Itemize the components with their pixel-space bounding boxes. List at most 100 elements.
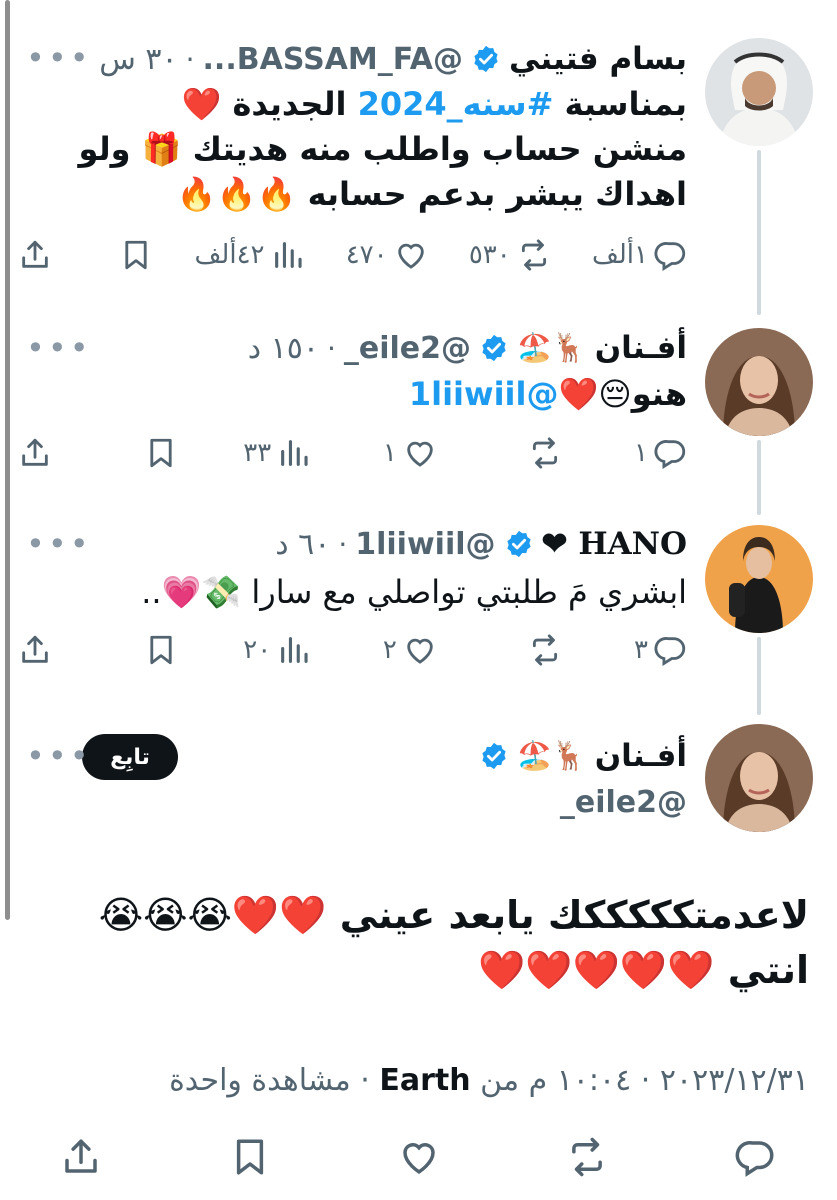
share-button[interactable] — [18, 436, 52, 470]
reply-button[interactable]: ١ — [628, 436, 688, 470]
post-source[interactable]: Earth — [379, 1063, 470, 1098]
like-button[interactable]: ٢ — [377, 633, 437, 667]
post-header: أفـنان 🦌🏖️ @eile2_ · ١٥٠ د — [247, 330, 687, 366]
views-icon — [277, 436, 311, 470]
post-text-line: منشن حساب واطلب منه هديتك 🎁 ولو — [78, 130, 687, 168]
views-count: ٤٢ألف — [194, 240, 265, 270]
reply-count: ١ — [634, 438, 648, 468]
post-date[interactable]: ٢٠٢٣/١٢/٣١ — [660, 1063, 809, 1098]
bookmark-icon — [144, 633, 178, 667]
views-count: ٣٣ — [243, 438, 272, 468]
repost-icon — [528, 436, 562, 470]
share-icon — [18, 238, 52, 272]
verified-badge-icon — [471, 44, 501, 74]
like-icon — [394, 238, 428, 272]
post-text-line: هنو😔❤️@1liiwiil — [408, 375, 687, 413]
post-text-line: ابشري مَ طلبتي تواصلي مع سارا 💸💗.. — [141, 573, 687, 611]
verified-badge-icon — [479, 741, 509, 771]
views-button[interactable]: ٢٠ — [243, 633, 311, 667]
reply-icon — [654, 633, 688, 667]
repost-button[interactable]: ٥٣٠ — [469, 238, 551, 272]
more-icon[interactable]: ••• — [26, 528, 92, 560]
post-text: لاعدمتكككككك يابعد عيني ❤️❤️😭😭😭 انتي ❤️❤… — [28, 888, 809, 998]
like-icon — [403, 436, 437, 470]
more-icon[interactable]: ••• — [26, 740, 92, 772]
avatar[interactable] — [705, 525, 813, 633]
timestamp[interactable]: ٣٠ س — [99, 42, 177, 77]
repost-icon[interactable] — [566, 1136, 608, 1178]
handle[interactable]: @1liiwiil — [355, 527, 495, 562]
reply-icon — [654, 436, 688, 470]
like-icon[interactable] — [398, 1136, 440, 1178]
mention-link[interactable]: @1liiwiil — [409, 375, 559, 413]
follow-button[interactable]: تابِع — [82, 734, 178, 780]
reply-button[interactable]: ١ألف — [592, 238, 688, 272]
bookmark-icon[interactable] — [229, 1136, 271, 1178]
repost-icon — [517, 238, 551, 272]
reply-count: ٣ — [634, 635, 648, 665]
post-text-line: انتي ❤️❤️❤️❤️❤️ — [477, 948, 809, 992]
display-name[interactable]: HANO ❤ — [542, 526, 687, 562]
action-bar: ١ ١ ٣٣ — [18, 431, 688, 475]
handle[interactable]: @BASSAM_FA... — [203, 42, 464, 77]
post-time[interactable]: ١٠:٠٤ م — [529, 1063, 632, 1098]
reply-icon — [654, 238, 688, 272]
more-icon[interactable]: ••• — [26, 332, 92, 364]
repost-button[interactable] — [502, 436, 562, 470]
views-count: ٢٠ — [243, 635, 272, 665]
post-header: بسام فتيني @BASSAM_FA... · ٣٠ س — [99, 41, 687, 77]
like-icon — [403, 633, 437, 667]
views-button[interactable]: ٤٢ألف — [195, 238, 305, 272]
avatar[interactable] — [705, 38, 813, 146]
view-count[interactable]: مشاهدة واحدة — [169, 1063, 351, 1098]
bookmark-button[interactable] — [118, 436, 178, 470]
reply-post-1[interactable]: بسام فتيني @BASSAM_FA... · ٣٠ س ••• بمنا… — [0, 0, 837, 315]
display-name[interactable]: أفـنان — [595, 738, 687, 774]
post-text: ابشري مَ طلبتي تواصلي مع سارا 💸💗.. — [20, 570, 687, 615]
display-name[interactable]: أفـنان — [595, 330, 687, 366]
main-post: أفـنان 🦌🏖️ @eile2_ تابِع ••• لاعدمتككككك… — [0, 700, 837, 1200]
bookmark-icon — [144, 436, 178, 470]
avatar[interactable] — [705, 328, 813, 436]
share-icon[interactable] — [60, 1136, 102, 1178]
hashtag-link[interactable]: #سنه_2024 — [358, 85, 554, 123]
action-bar: ١ألف ٥٣٠ ٤٧٠ ٤٢ألف — [18, 233, 688, 277]
share-icon — [18, 436, 52, 470]
timestamp[interactable]: ٦٠ د — [275, 527, 330, 562]
bookmark-button[interactable] — [118, 633, 178, 667]
bookmark-button[interactable] — [93, 238, 153, 272]
handle-row: @eile2_ — [200, 780, 687, 824]
reply-icon[interactable] — [735, 1136, 777, 1178]
views-icon — [277, 633, 311, 667]
action-bar: ٣ ٢ ٢٠ — [18, 628, 688, 672]
like-button[interactable]: ١ — [377, 436, 437, 470]
more-icon[interactable]: ••• — [26, 42, 92, 74]
timestamp[interactable]: ١٥٠ د — [248, 331, 319, 366]
name-emoji: 🦌🏖️ — [516, 739, 587, 772]
bookmark-icon — [119, 238, 153, 272]
repost-count: ٥٣٠ — [468, 240, 511, 270]
handle[interactable]: @eile2_ — [560, 785, 687, 820]
verified-badge-icon — [504, 529, 534, 559]
main-action-bar — [60, 1135, 777, 1179]
reply-post-2[interactable]: أفـنان 🦌🏖️ @eile2_ · ١٥٠ د ••• هنو😔❤️@1l… — [0, 300, 837, 515]
reply-post-3[interactable]: HANO ❤ @1liiwiil · ٦٠ د ••• ابشري مَ طلب… — [0, 500, 837, 715]
display-name[interactable]: بسام فتيني — [509, 41, 687, 77]
like-button[interactable]: ٤٧٠ — [346, 238, 428, 272]
share-button[interactable] — [18, 238, 52, 272]
share-button[interactable] — [18, 633, 52, 667]
repost-button[interactable] — [502, 633, 562, 667]
reply-button[interactable]: ٣ — [628, 633, 688, 667]
views-button[interactable]: ٣٣ — [243, 436, 311, 470]
repost-icon — [528, 633, 562, 667]
share-icon — [18, 633, 52, 667]
name-emoji: 🦌🏖️ — [516, 331, 587, 364]
post-header: HANO ❤ @1liiwiil · ٦٠ د — [275, 526, 687, 562]
post-text: بمناسبة #سنه_2024 الجديدة ❤️ منشن حساب و… — [20, 82, 687, 217]
handle[interactable]: @eile2_ — [344, 331, 471, 366]
like-count: ٤٧٠ — [345, 240, 388, 270]
post-text-line: لاعدمتكككككك يابعد عيني ❤️❤️😭😭😭 — [98, 893, 809, 937]
avatar[interactable] — [705, 724, 813, 832]
post-text: هنو😔❤️@1liiwiil — [20, 372, 687, 417]
post-header: أفـنان 🦌🏖️ — [200, 734, 687, 778]
